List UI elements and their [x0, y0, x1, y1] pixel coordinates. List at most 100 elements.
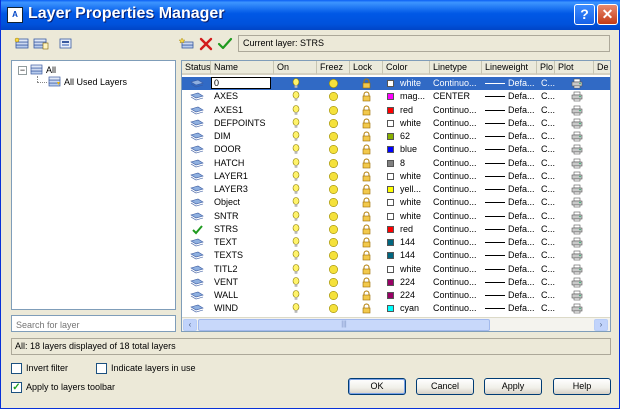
layer-lineweight[interactable]: Defa... [508, 130, 536, 143]
freeze-sun-icon[interactable] [328, 211, 339, 222]
freeze-sun-icon[interactable] [328, 118, 339, 129]
layer-lineweight[interactable]: Defa... [508, 170, 536, 183]
color-swatch[interactable] [387, 278, 394, 286]
layer-linetype[interactable]: Continuo... [433, 130, 481, 143]
color-swatch[interactable] [387, 292, 394, 299]
plot-printer-icon[interactable] [571, 78, 583, 89]
on-lightbulb-icon[interactable] [292, 104, 300, 116]
layer-color-name[interactable]: red [400, 223, 430, 236]
layer-status-icon[interactable] [190, 118, 204, 129]
layer-linetype[interactable]: Continuo... [433, 236, 481, 249]
column-header[interactable]: Lineweight [482, 61, 537, 75]
lock-open-icon[interactable] [361, 78, 372, 89]
set-current-check-icon[interactable] [217, 37, 233, 51]
on-lightbulb-icon[interactable] [292, 184, 300, 195]
tree-node-all-used-layers[interactable]: All Used Layers [64, 77, 127, 88]
layer-row[interactable]: Object white Continuo... Defa... C... [182, 196, 610, 209]
layer-row[interactable]: TITL2 white Continuo... Defa... C... [182, 263, 610, 276]
plot-printer-icon[interactable] [571, 250, 583, 261]
color-swatch[interactable] [387, 119, 394, 127]
layer-status-icon[interactable] [190, 131, 204, 142]
freeze-sun-icon[interactable] [328, 144, 339, 155]
layer-plot-style[interactable]: C... [541, 236, 555, 249]
layer-name[interactable]: TEXT [214, 236, 274, 249]
search-input[interactable] [11, 315, 176, 332]
freeze-sun-icon[interactable] [328, 303, 339, 314]
layer-color-name[interactable]: mag... [400, 90, 430, 103]
layer-status-icon[interactable] [190, 158, 204, 169]
layer-lineweight[interactable]: Defa... [508, 90, 536, 103]
on-lightbulb-icon[interactable] [292, 223, 300, 235]
color-swatch[interactable] [387, 172, 394, 180]
lock-open-icon[interactable] [361, 184, 372, 195]
lock-open-icon[interactable] [361, 197, 372, 208]
help-title-button[interactable]: ? [574, 4, 595, 25]
layer-plot-style[interactable]: C... [541, 183, 555, 196]
layer-status-icon[interactable] [190, 237, 204, 248]
on-lightbulb-icon[interactable] [292, 91, 300, 102]
layer-row[interactable]: TEXT 144 Continuo... Defa... C... [182, 236, 610, 249]
column-header[interactable]: Linetype [430, 61, 482, 75]
column-header[interactable]: Name [211, 61, 274, 75]
scroll-left-arrow[interactable]: ‹ [183, 319, 197, 331]
layer-linetype[interactable]: Continuo... [433, 289, 481, 302]
color-swatch[interactable] [387, 305, 394, 313]
plot-printer-icon[interactable] [571, 118, 583, 129]
plot-printer-icon[interactable] [571, 144, 583, 155]
lock-open-icon[interactable] [361, 211, 372, 222]
on-lightbulb-icon[interactable] [292, 144, 300, 155]
layer-plot-style[interactable]: C... [541, 210, 555, 223]
plot-printer-icon[interactable] [571, 224, 583, 235]
layer-name[interactable]: WIND [214, 302, 274, 315]
layer-linetype[interactable]: Continuo... [433, 223, 481, 236]
layer-linetype[interactable]: Continuo... [433, 183, 481, 196]
layer-row[interactable]: DIM 62 Continuo... Defa... C... [182, 130, 610, 143]
freeze-sun-icon[interactable] [328, 277, 339, 288]
freeze-sun-icon[interactable] [328, 237, 339, 248]
close-button[interactable]: ✕ [597, 4, 618, 25]
layer-status-icon[interactable] [190, 277, 204, 288]
layer-linetype[interactable]: Continuo... [433, 170, 481, 183]
layer-row[interactable]: VENT 224 Continuo... Defa... C... [182, 276, 610, 289]
layer-linetype[interactable]: Continuo... [433, 104, 481, 117]
layer-linetype[interactable]: Continuo... [433, 249, 481, 262]
layer-color-name[interactable]: yell... [400, 183, 430, 196]
layer-name[interactable]: Object [214, 196, 274, 209]
freeze-sun-icon[interactable] [328, 224, 339, 235]
column-header[interactable]: Plot [555, 61, 594, 75]
layer-plot-style[interactable]: C... [541, 302, 555, 315]
layer-lineweight[interactable]: Defa... [508, 183, 536, 196]
layer-plot-style[interactable]: C... [541, 117, 555, 130]
layer-plot-style[interactable]: C... [541, 289, 555, 302]
layer-plot-style[interactable]: C... [541, 130, 555, 143]
freeze-sun-icon[interactable] [328, 171, 339, 182]
layer-row[interactable]: 0 white Continuo... Defa... C... [182, 77, 610, 90]
lock-open-icon[interactable] [361, 144, 372, 155]
on-lightbulb-icon[interactable] [292, 210, 300, 222]
layer-row[interactable]: TEXTS 144 Continuo... Defa... C... [182, 249, 610, 262]
layer-lineweight[interactable]: Defa... [508, 143, 536, 156]
layer-linetype[interactable]: Continuo... [433, 77, 481, 90]
lock-open-icon[interactable] [361, 277, 372, 288]
layer-color-name[interactable]: red [400, 104, 430, 117]
plot-printer-icon[interactable] [571, 131, 583, 142]
on-lightbulb-icon[interactable] [292, 170, 300, 182]
layer-status-icon[interactable] [190, 211, 204, 222]
layer-lineweight[interactable]: Defa... [508, 263, 536, 276]
color-swatch[interactable] [387, 93, 394, 101]
layer-linetype[interactable]: Continuo... [433, 157, 481, 170]
column-header[interactable]: Status [182, 61, 211, 75]
layer-lineweight[interactable]: Defa... [508, 249, 536, 262]
layer-lineweight[interactable]: Defa... [508, 104, 536, 117]
layer-plot-style[interactable]: C... [541, 90, 555, 103]
freeze-sun-icon[interactable] [328, 131, 339, 142]
layer-linetype[interactable]: Continuo... [433, 276, 481, 289]
apply-to-toolbar-checkbox[interactable]: ✓ [11, 382, 22, 393]
layer-lineweight[interactable]: Defa... [508, 223, 536, 236]
tree-node-all[interactable]: All [46, 65, 56, 76]
lock-open-icon[interactable] [361, 264, 372, 275]
help-button[interactable]: Help [553, 378, 611, 395]
plot-printer-icon[interactable] [571, 237, 583, 248]
layer-color-name[interactable]: 224 [400, 289, 430, 302]
current-layer-check-icon[interactable] [192, 224, 203, 235]
